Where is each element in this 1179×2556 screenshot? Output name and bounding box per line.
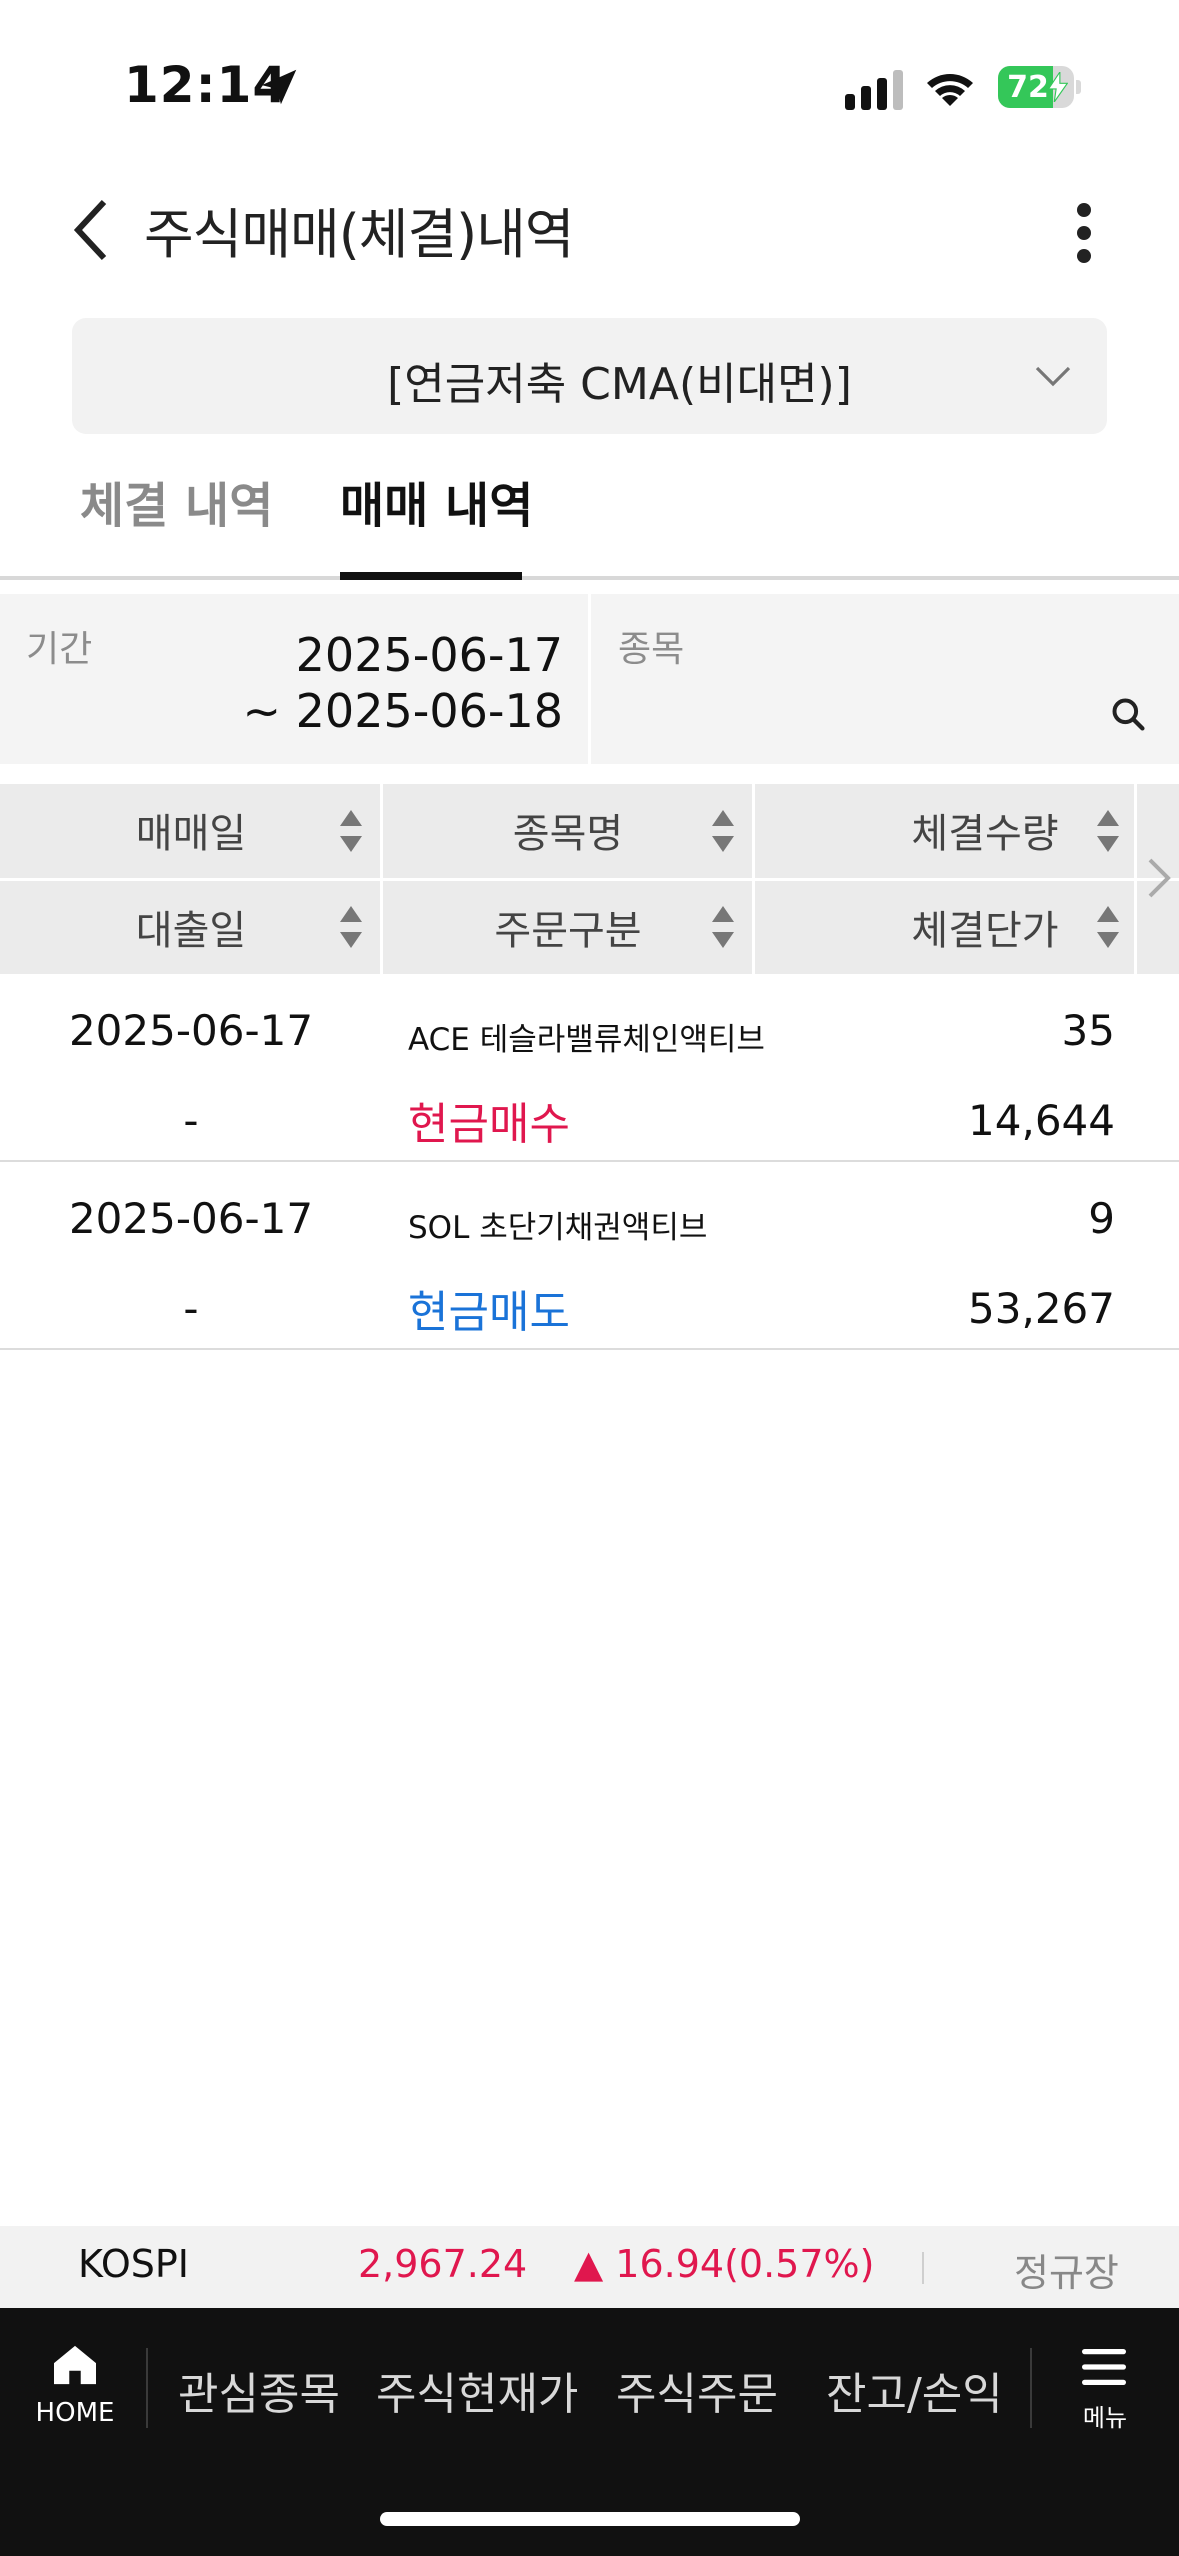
chevron-right-icon[interactable]	[1146, 856, 1172, 900]
market-session: 정규장	[1014, 2251, 1119, 2295]
header-loan-date[interactable]: 대출일	[0, 881, 382, 973]
sort-icon[interactable]	[712, 810, 734, 852]
sort-icon[interactable]	[1097, 906, 1119, 948]
wifi-icon	[927, 74, 973, 106]
status-bar: 12:14 72	[0, 0, 1179, 150]
tab-execution-history[interactable]: 체결 내역	[80, 460, 273, 580]
header-trade-date[interactable]: 매매일	[0, 784, 382, 876]
stock-filter-label: 종목	[618, 629, 685, 670]
tab-bar: 체결 내역 매매 내역	[0, 460, 1179, 580]
order-type: 현금매도	[408, 1287, 570, 1338]
account-selector[interactable]: [연금저축 CMA(비대면)]	[72, 318, 1107, 434]
sort-icon[interactable]	[1097, 810, 1119, 852]
nav-menu-label: 메뉴	[1082, 2404, 1128, 2432]
battery-indicator: 72	[998, 66, 1081, 108]
nav-menu[interactable]: 메뉴	[1072, 2346, 1138, 2436]
nav-home[interactable]: HOME	[30, 2344, 120, 2444]
nav-home-label: HOME	[35, 2398, 115, 2428]
table-row[interactable]: 2025-06-17 ACE 테슬라밸류체인액티브 35 - 현금매수 14,6…	[0, 976, 1179, 1162]
filter-panel: 기간 2025-06-17 ~ 2025-06-18 종목	[0, 594, 1179, 764]
more-options-button[interactable]	[1056, 196, 1112, 270]
sort-icon[interactable]	[712, 906, 734, 948]
location-arrow-icon	[261, 69, 297, 105]
header-exec-qty[interactable]: 체결수량	[754, 784, 1136, 876]
loan-date: -	[183, 1284, 199, 1333]
loan-date: -	[183, 1096, 199, 1145]
nav-current-price[interactable]: 주식현재가	[376, 2358, 578, 2422]
hamburger-menu-icon	[1082, 2349, 1126, 2385]
table-row[interactable]: 2025-06-17 SOL 초단기채권액티브 9 - 현금매도 53,267	[0, 1164, 1179, 1350]
chevron-left-icon	[73, 199, 107, 261]
more-vertical-icon	[1077, 203, 1091, 263]
stock-name: ACE 테슬라밸류체인액티브	[408, 1022, 765, 1058]
cellular-signal-icon	[845, 70, 903, 110]
active-tab-indicator	[340, 572, 522, 580]
table-header: 매매일 종목명 체결수량 대출일 주문구분 체결단가	[0, 784, 1179, 974]
index-value: 2,967.24	[358, 2242, 528, 2286]
exec-qty: 35	[1061, 1006, 1115, 1055]
exec-price: 53,267	[968, 1284, 1115, 1333]
exec-price: 14,644	[968, 1096, 1115, 1145]
header-order-type[interactable]: 주문구분	[382, 881, 754, 973]
header-stock-name[interactable]: 종목명	[382, 784, 754, 876]
sort-icon[interactable]	[340, 906, 362, 948]
index-name: KOSPI	[78, 2242, 189, 2286]
exec-qty: 9	[1088, 1194, 1115, 1243]
app-header: 주식매매(체결)내역	[0, 170, 1179, 290]
back-button[interactable]	[62, 194, 122, 266]
nav-watchlist[interactable]: 관심종목	[178, 2358, 340, 2422]
sort-icon[interactable]	[340, 810, 362, 852]
stock-name: SOL 초단기채권액티브	[408, 1210, 708, 1246]
chevron-down-icon	[1035, 366, 1071, 387]
search-icon[interactable]	[1110, 696, 1146, 732]
period-label: 기간	[26, 629, 93, 670]
account-name: [연금저축 CMA(비대면)]	[387, 359, 852, 410]
nav-balance-pnl[interactable]: 잔고/손익	[826, 2358, 1003, 2422]
index-change: ▲ 16.94(0.57%)	[574, 2242, 875, 2286]
trade-date: 2025-06-17	[68, 1194, 314, 1243]
index-ticker[interactable]: KOSPI 2,967.24 ▲ 16.94(0.57%) 정규장	[0, 2226, 1179, 2308]
trade-date: 2025-06-17	[68, 1006, 314, 1055]
home-indicator[interactable]	[380, 2512, 800, 2526]
header-exec-price[interactable]: 체결단가	[754, 881, 1136, 973]
charging-bolt-icon	[1048, 72, 1068, 102]
page-title: 주식매매(체결)내역	[144, 203, 575, 266]
order-type: 현금매수	[408, 1099, 570, 1150]
tab-trade-history[interactable]: 매매 내역	[340, 460, 533, 580]
period-end-date[interactable]: ~ 2025-06-18	[243, 684, 564, 738]
nav-stock-order[interactable]: 주식주문	[616, 2358, 778, 2422]
period-start-date[interactable]: 2025-06-17	[296, 628, 563, 682]
home-icon	[54, 2345, 96, 2385]
